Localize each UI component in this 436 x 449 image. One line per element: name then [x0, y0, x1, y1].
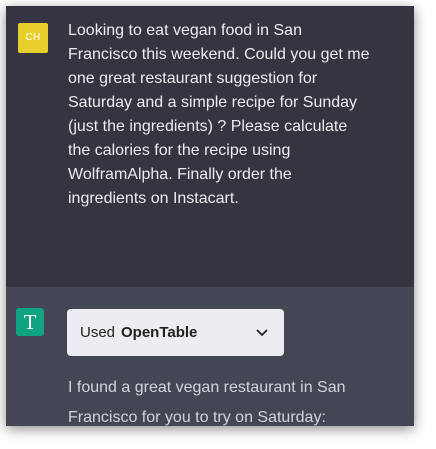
- text-line: Looking to eat vegan food in San: [68, 22, 302, 39]
- user-message: CH Looking to eat vegan food in San Fran…: [6, 6, 414, 287]
- text-line: the calories for the recipe using: [68, 142, 291, 159]
- plugin-used-label: Used: [80, 324, 116, 341]
- chevron-down-icon[interactable]: [256, 328, 268, 338]
- text-line: ingredients on Instacart.: [68, 190, 239, 207]
- user-message-text: Looking to eat vegan food in San Francis…: [68, 19, 404, 211]
- text-line: one great restaurant suggestion for: [68, 70, 318, 87]
- assistant-avatar: T: [16, 308, 44, 336]
- plugin-name: OpenTable: [121, 324, 198, 341]
- text-line: (just the ingredients) ? Please calculat…: [68, 118, 348, 135]
- assistant-message: T Used OpenTable I found a great vegan r…: [6, 287, 414, 426]
- text-line: Saturday and a simple recipe for Sunday: [68, 94, 358, 111]
- text-line: Francisco this weekend. Could you get me: [68, 46, 370, 63]
- text-line: I found a great vegan restaurant in San: [68, 379, 346, 396]
- plugin-used-button[interactable]: Used OpenTable: [67, 309, 284, 356]
- text-line: WolframAlpha. Finally order the: [68, 166, 292, 183]
- user-avatar: CH: [18, 23, 48, 53]
- assistant-message-text: I found a great vegan restaurant in San …: [68, 373, 404, 426]
- text-line: Francisco for you to try on Saturday:: [68, 409, 326, 426]
- chat-window: CH Looking to eat vegan food in San Fran…: [6, 6, 414, 426]
